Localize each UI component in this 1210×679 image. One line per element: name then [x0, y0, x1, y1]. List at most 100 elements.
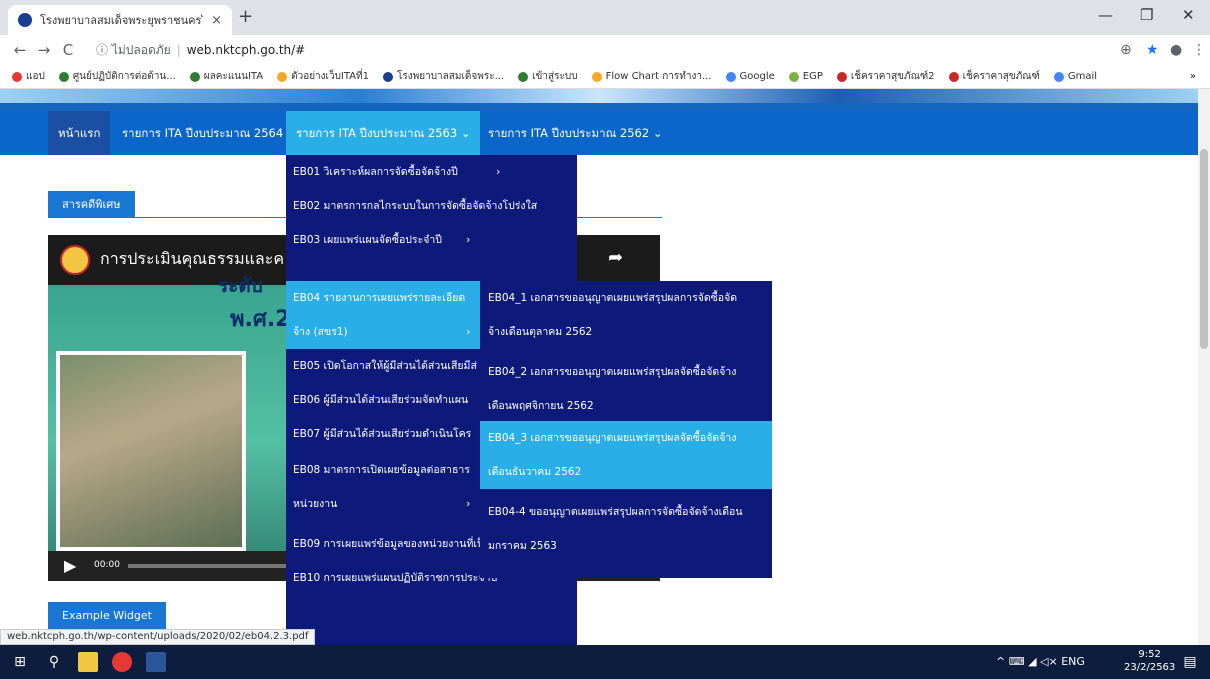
bookmark-item[interactable]: Flow Chart การทำงา... — [591, 69, 712, 84]
taskbar-clock[interactable]: 9:52 23/2/2563 — [1124, 648, 1175, 674]
submenu-item-label: EB04_3 เอกสารขออนุญาตเผยแพร่สรุปผลจัดซื้… — [488, 432, 737, 444]
bookmark-item[interactable]: EGP — [788, 71, 823, 82]
search-icon[interactable]: ⚲ — [44, 652, 64, 672]
scrollbar-thumb[interactable] — [1200, 149, 1208, 349]
tab-close-icon[interactable]: × — [211, 13, 222, 28]
bookmark-favicon-icon — [836, 71, 847, 82]
video-title[interactable]: การประเมินคุณธรรมและค — [100, 247, 284, 272]
bookmark-item[interactable]: เช็คราคาสุขภัณฑ์ — [948, 69, 1040, 84]
bookmark-label: ศูนย์ปฏิบัติการต่อต้าน... — [72, 71, 176, 82]
url-text[interactable]: web.nktcph.go.th/# — [187, 43, 306, 57]
bookmark-item[interactable]: ตัวอย่างเว็บITAที่1 — [277, 69, 369, 84]
submenu-item-label: มกราคม 2563 — [488, 540, 557, 552]
dropdown-item-label: EB01 วิเคราะห์ผลการจัดซื้อจัดจ้างปี — [293, 166, 458, 178]
main-navigation: หน้าแรก รายการ ITA ปีงบประมาณ 2564 รายกา… — [0, 111, 1198, 155]
file-explorer-icon[interactable] — [78, 652, 98, 672]
system-tray[interactable]: ^ ⌨ ◢ ◁× ENG — [996, 655, 1085, 668]
bookmark-favicon-icon — [788, 71, 799, 82]
back-button[interactable]: ← — [8, 41, 32, 59]
bookmark-favicon-icon — [277, 71, 288, 82]
video-overlay-text-1: ระดับ — [218, 275, 263, 297]
nav-ita-2562[interactable]: รายการ ITA ปีงบประมาณ 2562 ⌄ — [478, 111, 672, 155]
profile-icon[interactable]: ● — [1170, 42, 1182, 58]
bookmark-favicon-icon — [591, 71, 602, 82]
bookmark-item[interactable]: ผลคะแนนITA — [189, 69, 264, 84]
bookmark-item[interactable]: เช็คราคาสุขภัณฑ์2 — [836, 69, 935, 84]
bookmark-item[interactable]: โรงพยาบาลสมเด็จพระ... — [383, 69, 504, 84]
site-banner — [0, 89, 1198, 111]
clock-date: 23/2/2563 — [1124, 662, 1176, 673]
bookmark-label: แอป — [26, 71, 45, 82]
submenu-item-eb04-3[interactable]: EB04_3 เอกสารขออนุญาตเผยแพร่สรุปผลจัดซื้… — [480, 421, 772, 489]
bookmark-item[interactable]: เข้าสู่ระบบ — [518, 69, 578, 84]
browser-toolbar: ← → C ⓘ ไม่ปลอดภัย | web.nktcph.go.th/# … — [0, 35, 1210, 65]
nav-home[interactable]: หน้าแรก — [48, 111, 111, 155]
word-icon[interactable] — [146, 652, 166, 672]
bookmark-item[interactable]: แอป — [12, 69, 45, 84]
bookmark-favicon-icon — [12, 71, 22, 82]
maximize-button[interactable]: ❐ — [1140, 6, 1153, 24]
chevron-right-icon: › — [466, 233, 471, 246]
dropdown-item-eb03[interactable]: EB03 เผยแพร่แผนจัดซื้อประจำปี › — [286, 223, 577, 257]
page-scrollbar[interactable] — [1198, 89, 1210, 645]
new-tab-button[interactable]: + — [238, 6, 253, 27]
browser-tab[interactable]: โรงพยาบาลสมเด็จพระยุพราชนครไทย × — [8, 5, 232, 35]
bookmark-label: เช็คราคาสุขภัณฑ์2 — [850, 71, 935, 82]
bookmark-label: ผลคะแนนITA — [203, 71, 264, 82]
bookmark-star-icon[interactable]: ★ — [1146, 42, 1159, 58]
eb04-submenu: EB04_1 เอกสารขออนุญาตเผยแพร่สรุปผลการจัด… — [480, 281, 772, 578]
bookmark-label: EGP — [802, 71, 823, 82]
submenu-item-eb04-2[interactable]: EB04_2 เอกสารขออนุญาตเผยแพร่สรุปผลจัดซื้… — [480, 355, 772, 423]
submenu-item-label: EB04_1 เอกสารขออนุญาตเผยแพร่สรุปผลการจัด… — [488, 292, 738, 304]
dropdown-item-eb02[interactable]: EB02 มาตรการกลไกระบบในการจัดซื้อจัดจ้างโ… — [286, 189, 577, 223]
notification-icon[interactable]: ▤ — [1180, 652, 1200, 672]
dropdown-item-label: EB03 เผยแพร่แผนจัดซื้อประจำปี — [293, 234, 442, 246]
bookmark-label: Google — [739, 71, 775, 82]
menu-more-icon[interactable]: ⋮ — [1192, 42, 1206, 58]
bookmark-label: เช็คราคาสุขภัณฑ์ — [962, 71, 1040, 82]
play-icon[interactable]: ▶ — [64, 556, 76, 575]
reload-button[interactable]: C — [56, 41, 80, 59]
bookmarks-bar: แอป ศูนย์ปฏิบัติการต่อต้าน... ผลคะแนนITA ตั… — [0, 65, 1210, 89]
bookmark-favicon-icon — [518, 71, 529, 82]
bookmark-label: Gmail — [1067, 71, 1098, 82]
minimize-button[interactable]: — — [1098, 6, 1113, 24]
status-bar-url: web.nktcph.go.th/wp-content/uploads/2020… — [0, 629, 316, 645]
dropdown-item-label: EB02 มาตรการกลไกระบบในการจัดซื้อจัดจ้างโ… — [293, 200, 538, 212]
submenu-item-eb04-1[interactable]: EB04_1 เอกสารขออนุญาตเผยแพร่สรุปผลการจัด… — [480, 281, 772, 349]
submenu-item-label: EB04-4 ขออนุญาตเผยแพร่สรุปผลการจัดซื้อจั… — [488, 506, 743, 518]
bookmark-item[interactable]: ศูนย์ปฏิบัติการต่อต้าน... — [58, 69, 176, 84]
security-indicator[interactable]: ⓘ ไม่ปลอดภัย — [96, 41, 171, 60]
nav-ita-2564[interactable]: รายการ ITA ปีงบประมาณ 2564 — [112, 111, 293, 155]
dropdown-item-eb01[interactable]: EB01 วิเคราะห์ผลการจัดซื้อจัดจ้างปี › — [286, 155, 577, 189]
video-photo — [56, 351, 246, 551]
close-window-button[interactable]: ✕ — [1182, 6, 1195, 24]
bookmarks-more-icon[interactable]: » — [1190, 71, 1196, 82]
bookmark-item[interactable]: Gmail — [1053, 71, 1098, 82]
bookmark-label: Flow Chart การทำงา... — [605, 71, 712, 82]
bookmark-favicon-icon — [383, 71, 394, 82]
tab-title: โรงพยาบาลสมเด็จพระยุพราชนครไทย — [40, 14, 204, 27]
share-icon[interactable]: ➦ — [608, 247, 623, 268]
submenu-item-label: EB04_2 เอกสารขออนุญาตเผยแพร่สรุปผลจัดซื้… — [488, 366, 737, 378]
bookmark-favicon-icon — [725, 71, 736, 82]
bookmark-item[interactable]: Google — [725, 71, 775, 82]
submenu-item-eb04-4[interactable]: EB04-4 ขออนุญาตเผยแพร่สรุปผลการจัดซื้อจั… — [480, 495, 772, 563]
browser-tab-bar: โรงพยาบาลสมเด็จพระยุพราชนครไทย × + — ❐ ✕ — [0, 0, 1210, 35]
bookmark-label: เข้าสู่ระบบ — [532, 71, 578, 82]
start-icon[interactable]: ⊞ — [10, 652, 30, 672]
chevron-right-icon: › — [466, 325, 471, 338]
windows-taskbar: ⊞ ⚲ ^ ⌨ ◢ ◁× ENG 9:52 23/2/2563 ▤ — [0, 645, 1210, 679]
example-widget-title: Example Widget — [48, 602, 166, 629]
bookmark-favicon-icon — [948, 71, 959, 82]
chevron-right-icon: › — [496, 165, 501, 178]
zoom-icon[interactable]: ⊕ — [1120, 42, 1132, 58]
widget-title-special: สารคดีพิเศษ — [48, 191, 135, 218]
address-bar[interactable]: ⓘ ไม่ปลอดภัย | web.nktcph.go.th/# — [96, 39, 1106, 61]
nav-ita-2563[interactable]: รายการ ITA ปีงบประมาณ 2563 ⌄ — [286, 111, 481, 155]
forward-button[interactable]: → — [32, 41, 56, 59]
bookmark-favicon-icon — [1053, 71, 1064, 82]
channel-avatar-icon[interactable] — [60, 245, 90, 275]
chrome-icon[interactable] — [112, 652, 132, 672]
chevron-right-icon: › — [466, 497, 471, 510]
